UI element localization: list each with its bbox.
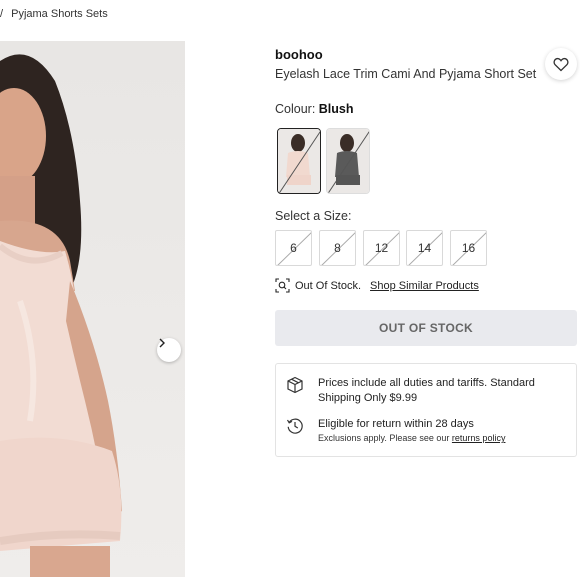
colour-value: Blush — [318, 102, 354, 116]
size-option-label: 8 — [334, 241, 341, 255]
size-option-12[interactable]: 12 — [363, 230, 400, 266]
colour-swatch-blush[interactable] — [277, 128, 321, 194]
product-image[interactable] — [0, 41, 185, 577]
size-option-label: 6 — [290, 241, 297, 255]
breadcrumb: / Pyjama Shorts Sets — [0, 8, 108, 20]
box-icon — [287, 376, 303, 394]
model-illustration — [0, 54, 122, 577]
out-of-stock-button[interactable]: OUT OF STOCK — [275, 310, 577, 346]
size-option-16[interactable]: 16 — [450, 230, 487, 266]
size-option-8[interactable]: 8 — [319, 230, 356, 266]
breadcrumb-separator: / — [0, 8, 4, 20]
heart-icon — [553, 57, 569, 71]
shop-similar-link[interactable]: Shop Similar Products — [370, 280, 479, 292]
returns-note-text: Exclusions apply. Please see our — [318, 433, 450, 443]
wishlist-button[interactable] — [545, 48, 577, 80]
swatch-blush-image — [278, 129, 320, 193]
swatch-grey-image — [327, 129, 369, 193]
shipping-text: Prices include all duties and tariffs. S… — [318, 377, 535, 404]
stock-status-row: Out Of Stock. Shop Similar Products — [275, 278, 479, 293]
size-option-label: 14 — [417, 241, 432, 255]
returns-note: Exclusions apply. Please see our returns… — [318, 432, 505, 445]
product-brand[interactable]: boohoo — [275, 47, 323, 62]
history-icon — [286, 418, 303, 434]
colour-row: Colour: Blush — [275, 102, 354, 116]
size-label: Select a Size: — [275, 209, 352, 223]
size-option-label: 12 — [374, 241, 389, 255]
stock-status-text: Out Of Stock. — [295, 279, 362, 292]
returns-policy-link[interactable]: returns policy — [452, 433, 506, 443]
size-option-6[interactable]: 6 — [275, 230, 312, 266]
colour-swatch-grey[interactable] — [326, 128, 370, 194]
size-option-14[interactable]: 14 — [406, 230, 443, 266]
search-scan-icon — [275, 278, 290, 293]
chevron-right-icon — [159, 338, 165, 348]
next-image-button[interactable] — [157, 338, 181, 362]
colour-label: Colour: — [275, 102, 316, 116]
product-title: Eyelash Lace Trim Cami And Pyjama Short … — [275, 67, 537, 81]
returns-info: Eligible for return within 28 days Exclu… — [286, 417, 505, 445]
returns-title: Eligible for return within 28 days — [318, 418, 474, 430]
size-option-label: 16 — [461, 241, 476, 255]
shipping-info: Prices include all duties and tariffs. S… — [286, 376, 568, 406]
delivery-info-box: Prices include all duties and tariffs. S… — [275, 363, 577, 457]
breadcrumb-current[interactable]: Pyjama Shorts Sets — [11, 8, 108, 20]
